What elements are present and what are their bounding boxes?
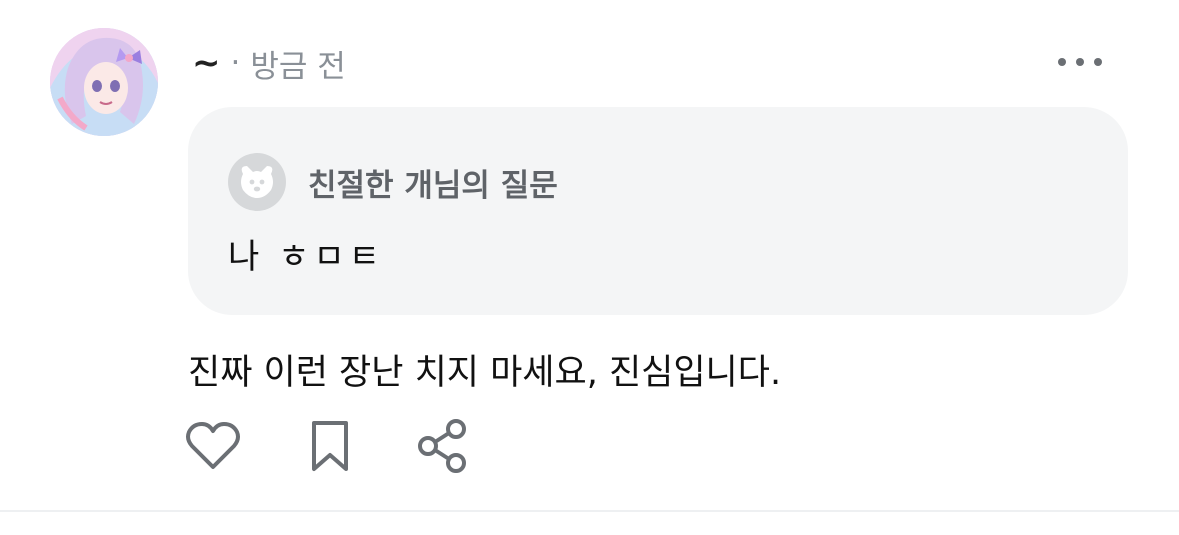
more-options-button[interactable] — [1058, 52, 1102, 72]
question-asker: 친절한 개님의 질문 — [308, 167, 558, 204]
share-icon[interactable] — [414, 417, 472, 475]
post-header: ~ · 방금 전 — [192, 40, 346, 86]
divider — [0, 510, 1179, 512]
question-card[interactable]: 친절한 개님의 질문 나 ㅎㅁㅌ — [188, 107, 1128, 315]
more-horizontal-icon — [1076, 58, 1084, 66]
answer-text: 진짜 이런 장난 치지 마세요, 진심입니다. — [188, 353, 782, 393]
username[interactable]: ~ — [192, 43, 221, 83]
separator: · — [230, 45, 241, 81]
question-text: 나 ㅎㅁㅌ — [228, 237, 384, 277]
bookmark-icon[interactable] — [308, 417, 352, 475]
more-horizontal-icon — [1058, 58, 1066, 66]
timestamp: 방금 전 — [250, 48, 346, 85]
avatar[interactable] — [50, 28, 158, 136]
question-header: 친절한 개님의 질문 — [228, 153, 558, 211]
avatar-image — [50, 28, 158, 136]
heart-icon[interactable] — [184, 417, 242, 475]
anonymous-dog-icon — [228, 153, 286, 211]
action-bar — [184, 417, 472, 475]
more-horizontal-icon — [1094, 58, 1102, 66]
post: ~ · 방금 전 친절한 개님의 질문 나 ㅎㅁㅌ 진짜 이런 장난 치지 마세… — [0, 0, 1179, 535]
